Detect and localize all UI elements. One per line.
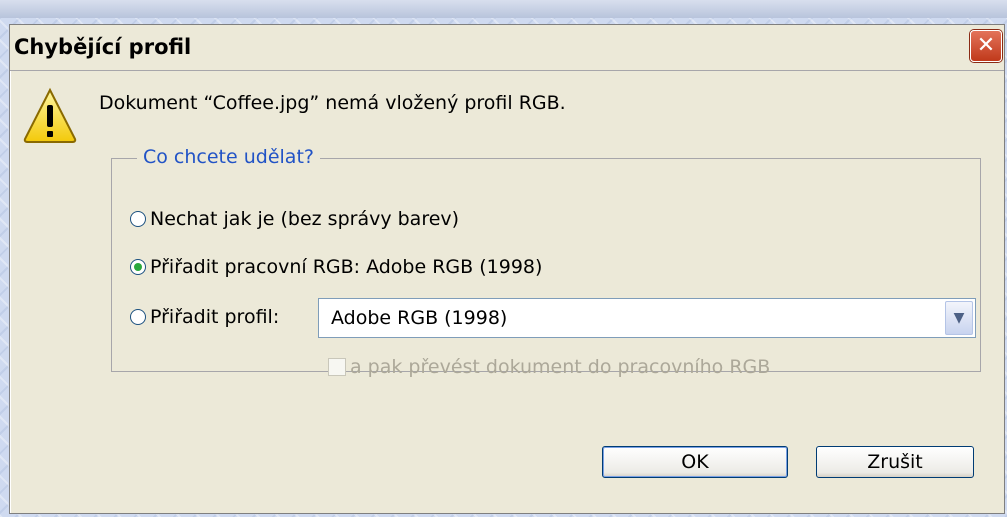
cancel-button[interactable]: Zrušit [816, 446, 974, 478]
profile-select-value: Adobe RGB (1998) [331, 307, 508, 329]
convert-checkbox-label: a pak převést dokument do pracovního RGB [350, 356, 771, 378]
convert-checkbox[interactable] [328, 358, 346, 376]
radio-label: Přiřadit pracovní RGB: Adobe RGB (1998) [150, 256, 543, 278]
close-button[interactable]: ✕ [970, 30, 1002, 62]
parent-window-edge [0, 0, 1007, 18]
chevron-down-icon[interactable]: ▼ [945, 301, 973, 335]
profile-select[interactable]: Adobe RGB (1998) ▼ [318, 298, 976, 338]
radio-button[interactable] [130, 309, 146, 325]
title-separator [10, 70, 1004, 71]
close-icon: ✕ [976, 33, 996, 58]
dialog-message: Dokument “Coffee.jpg” nemá vložený profi… [99, 92, 566, 114]
dialog-titlebar: Chybějící profil ✕ [10, 25, 1004, 70]
radio-button[interactable] [130, 259, 146, 275]
convert-checkbox-row[interactable]: a pak převést dokument do pracovního RGB [328, 356, 770, 378]
radio-button[interactable] [130, 211, 146, 227]
dialog-title: Chybějící profil [14, 35, 192, 59]
radio-assign-profile[interactable]: Přiřadit profil: [130, 306, 279, 328]
radio-assign-working-rgb[interactable]: Přiřadit pracovní RGB: Adobe RGB (1998) [130, 256, 542, 278]
ok-button[interactable]: OK [602, 446, 788, 478]
radio-label: Přiřadit profil: [150, 306, 280, 328]
radio-leave-as-is[interactable]: Nechat jak je (bez správy barev) [130, 208, 459, 230]
radio-label: Nechat jak je (bez správy barev) [150, 208, 460, 230]
options-group-legend: Co chcete udělat? [137, 146, 320, 168]
warning-icon [23, 87, 77, 143]
